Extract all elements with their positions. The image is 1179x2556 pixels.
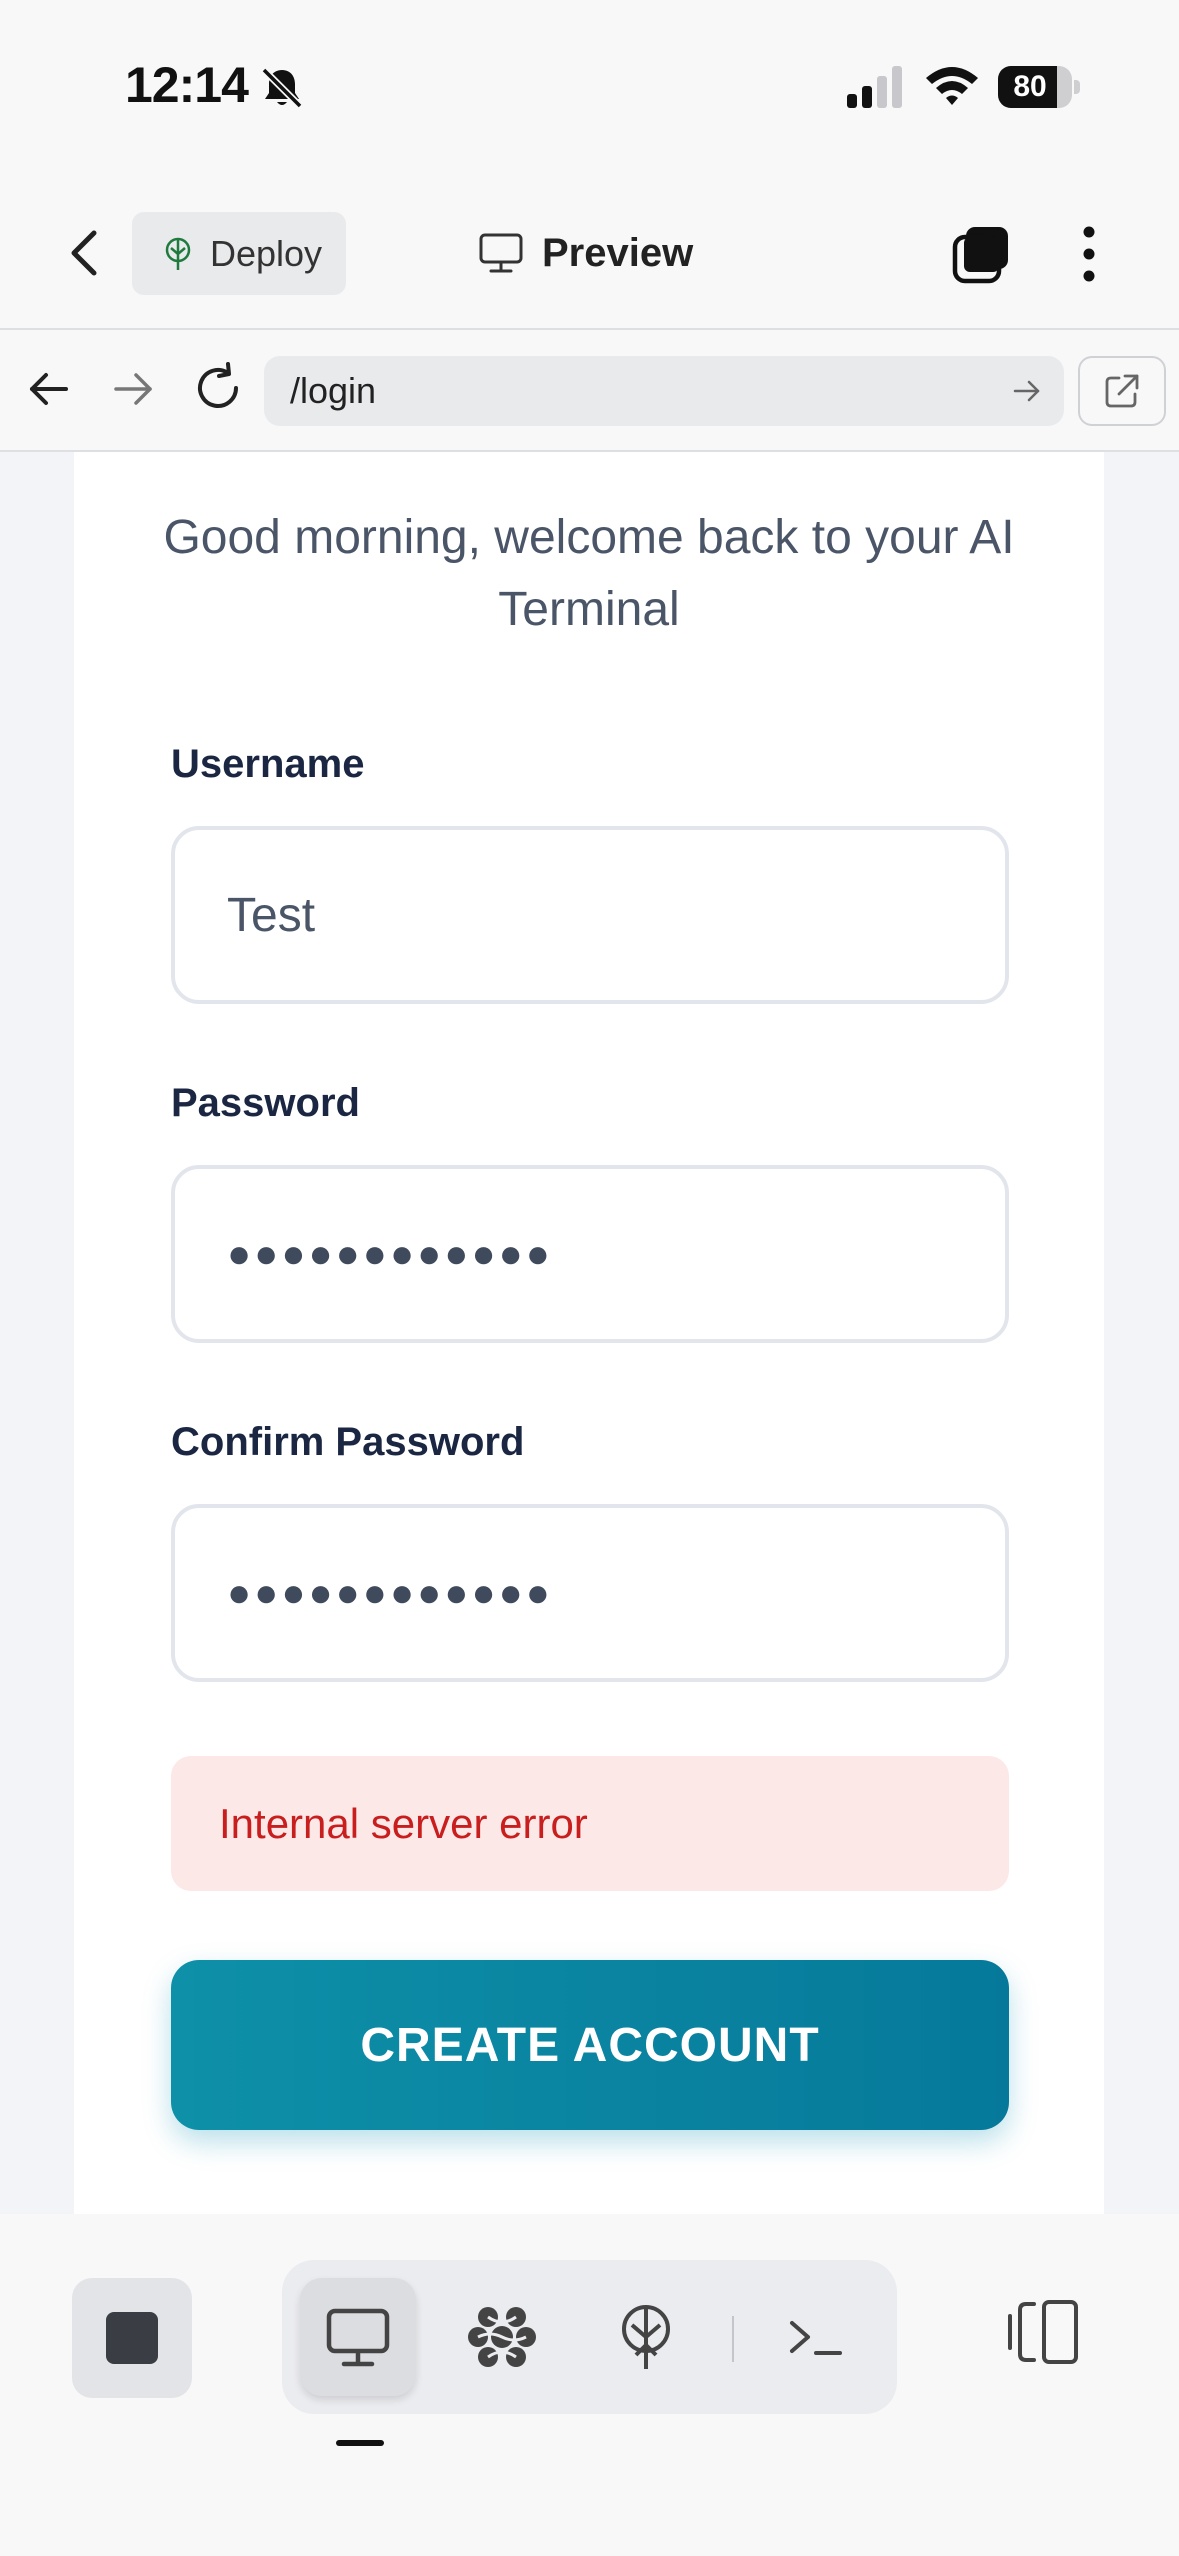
username-value: Test — [227, 888, 316, 942]
ai-tool-button[interactable] — [444, 2278, 560, 2396]
preview-tool-button[interactable] — [300, 2278, 416, 2396]
deploy-icon — [622, 2305, 670, 2369]
bell-slash-icon — [261, 67, 303, 109]
chevron-left-icon[interactable] — [62, 225, 108, 281]
toolbar-divider — [732, 2316, 734, 2362]
battery-icon: 80 — [998, 66, 1080, 108]
arrow-left-icon[interactable] — [26, 366, 72, 412]
deploy-label: Deploy — [210, 232, 323, 274]
panel-icon[interactable] — [1004, 2294, 1080, 2370]
create-account-label: CREATE ACCOUNT — [360, 2018, 820, 2072]
tabs-icon[interactable] — [950, 223, 1014, 285]
confirm-password-value: ●●●●●●●●●●●● — [227, 1570, 553, 1615]
confirm-password-field[interactable]: ●●●●●●●●●●●● — [171, 1504, 1009, 1682]
password-value: ●●●●●●●●●●●● — [227, 1231, 553, 1276]
go-arrow-icon[interactable] — [1012, 376, 1042, 406]
bottom-toolbar — [0, 2214, 1179, 2556]
welcome-message: Good morning, welcome back to your AI Te… — [163, 511, 1015, 636]
error-message: Internal server error — [171, 1756, 1009, 1891]
error-text: Internal server error — [219, 1799, 588, 1847]
terminal-icon — [790, 2321, 842, 2355]
tool-group — [282, 2260, 897, 2414]
reload-icon[interactable] — [192, 362, 244, 414]
battery-level: 80 — [1013, 70, 1047, 103]
url-input[interactable]: /login — [264, 356, 1064, 426]
deploy-tool-button[interactable] — [588, 2278, 704, 2396]
password-field[interactable]: ●●●●●●●●●●●● — [171, 1165, 1009, 1343]
monitor-icon — [326, 2308, 390, 2367]
deploy-button[interactable]: Deploy — [132, 212, 346, 295]
stop-button[interactable] — [72, 2278, 192, 2398]
create-account-button[interactable]: CREATE ACCOUNT — [171, 1960, 1009, 2130]
page-title: Preview — [542, 230, 694, 275]
status-time: 12:14 — [125, 57, 249, 113]
arrow-right-icon[interactable] — [110, 366, 156, 412]
preview-title: Preview — [478, 227, 693, 279]
username-label: Username — [171, 742, 365, 786]
ai-icon — [468, 2307, 536, 2367]
username-field[interactable]: Test — [171, 826, 1009, 1004]
active-tab-indicator — [336, 2440, 384, 2446]
preview-content: Good morning, welcome back to your AI Te… — [0, 452, 1179, 2214]
app-header: Deploy Preview — [0, 175, 1179, 330]
stop-icon — [106, 2312, 158, 2364]
deploy-tree-icon — [165, 237, 191, 270]
open-external-button[interactable] — [1078, 356, 1166, 426]
status-bar: 12:14 80 — [0, 0, 1179, 175]
external-link-icon — [1105, 374, 1139, 408]
more-vertical-icon[interactable] — [1072, 223, 1106, 285]
monitor-icon — [479, 233, 523, 273]
terminal-tool-button[interactable] — [758, 2278, 874, 2396]
confirm-password-label: Confirm Password — [171, 1420, 525, 1464]
signup-card: Good morning, welcome back to your AI Te… — [74, 452, 1104, 2214]
url-bar: /login — [0, 330, 1179, 452]
wifi-icon — [926, 67, 978, 105]
signal-icon — [847, 66, 902, 108]
password-label: Password — [171, 1081, 360, 1125]
url-text: /login — [290, 370, 377, 411]
